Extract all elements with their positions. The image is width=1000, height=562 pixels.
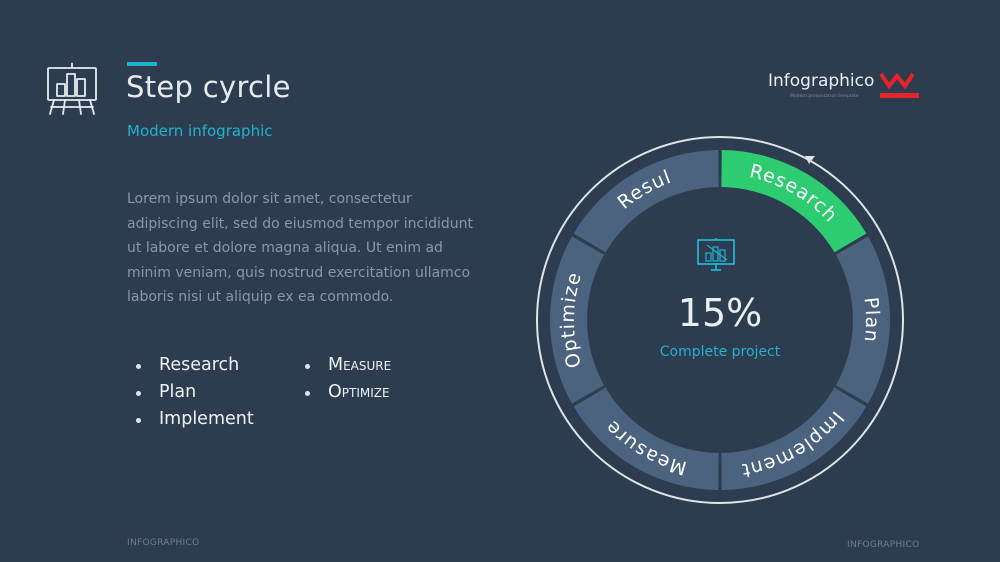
bullet-dot-icon [136, 391, 141, 396]
bullet-list-left: Research Plan Implement [128, 352, 254, 433]
bullet-item: Research [128, 352, 254, 379]
step-cycle-wheel: ResearchPlanImplementMeasureOptimizeResu… [536, 136, 904, 504]
brand-logo: Infographico Modern presentation templat… [768, 68, 928, 108]
bullet-item: Implement [128, 406, 254, 433]
bullet-label: Implement [159, 409, 254, 429]
bullet-dot-icon [305, 391, 310, 396]
description-paragraph: Lorem ipsum dolor sit amet, consectetur … [127, 191, 474, 306]
bullet-item: Measure [297, 352, 391, 379]
bullet-label: Optimize [328, 382, 390, 402]
center-caption: Complete project [660, 344, 781, 360]
logo-tagline: Modern presentation template [790, 94, 859, 99]
cycle-segment-measure [573, 387, 719, 490]
footer-brand-left: INFOGRAPHICO [127, 538, 200, 548]
page-subtitle: Modern infographic [127, 122, 273, 140]
cycle-segment-resul [573, 150, 719, 253]
bullet-dot-icon [305, 364, 310, 369]
logo-name: Infographico [768, 71, 875, 91]
presentation-board-icon [45, 62, 99, 116]
bullet-dot-icon [136, 418, 141, 423]
bullet-label: Plan [159, 382, 197, 402]
presentation-chart-icon [697, 238, 735, 271]
page-title: Step cyrcle [126, 70, 291, 104]
bullet-label: Measure [328, 355, 392, 375]
cycle-segment-research [721, 150, 867, 253]
bullet-list-right: Measure Optimize [297, 352, 391, 406]
bullet-item: Plan [128, 379, 254, 406]
footer-brand-right: INFOGRAPHICO [847, 540, 920, 550]
bullet-dot-icon [136, 364, 141, 369]
slide: Step cyrcle Modern infographic Lorem ips… [0, 0, 1000, 562]
bullet-label: Research [159, 355, 240, 375]
progress-percent: 15% [678, 291, 762, 335]
brand-mark-icon [880, 72, 919, 98]
title-accent-bar [127, 62, 157, 66]
bullet-item: Optimize [297, 379, 391, 406]
cycle-label-plan: Plan [859, 296, 883, 344]
